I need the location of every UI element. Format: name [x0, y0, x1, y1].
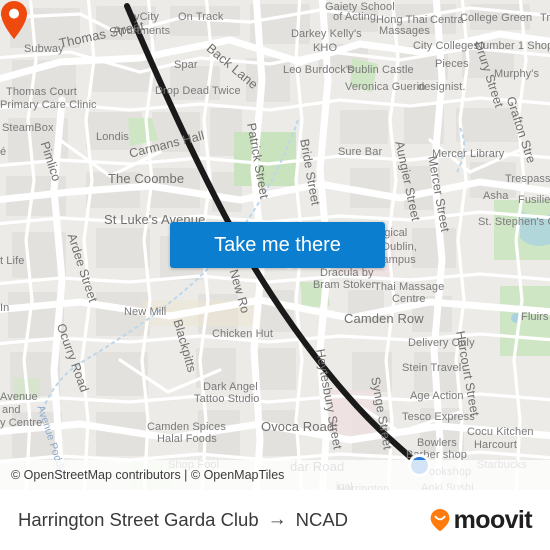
moovit-route-screen: Subway Thomas Street yCity Apartments On Tra… [0, 0, 550, 550]
take-me-there-button[interactable]: Take me there [170, 222, 385, 268]
route-arrow-icon: → [267, 509, 287, 530]
attribution-text[interactable]: © OpenStreetMap contributors | © OpenMap… [0, 468, 284, 482]
route-origin-label: Harrington Street Garda Club [18, 509, 259, 530]
moovit-wordmark: moovit [453, 505, 533, 534]
route-summary: Harrington Street Garda Club → NCAD [18, 509, 348, 531]
route-destination-label: NCAD [295, 509, 349, 530]
origin-pin-icon[interactable] [0, 0, 28, 40]
route-footer: Harrington Street Garda Club → NCAD moov… [0, 490, 550, 550]
moovit-pin-icon [430, 509, 450, 532]
take-me-there-label: Take me there [214, 233, 341, 256]
map-attribution-bar: © OpenStreetMap contributors | © OpenMap… [0, 460, 550, 490]
moovit-logo[interactable]: moovit [427, 505, 533, 535]
